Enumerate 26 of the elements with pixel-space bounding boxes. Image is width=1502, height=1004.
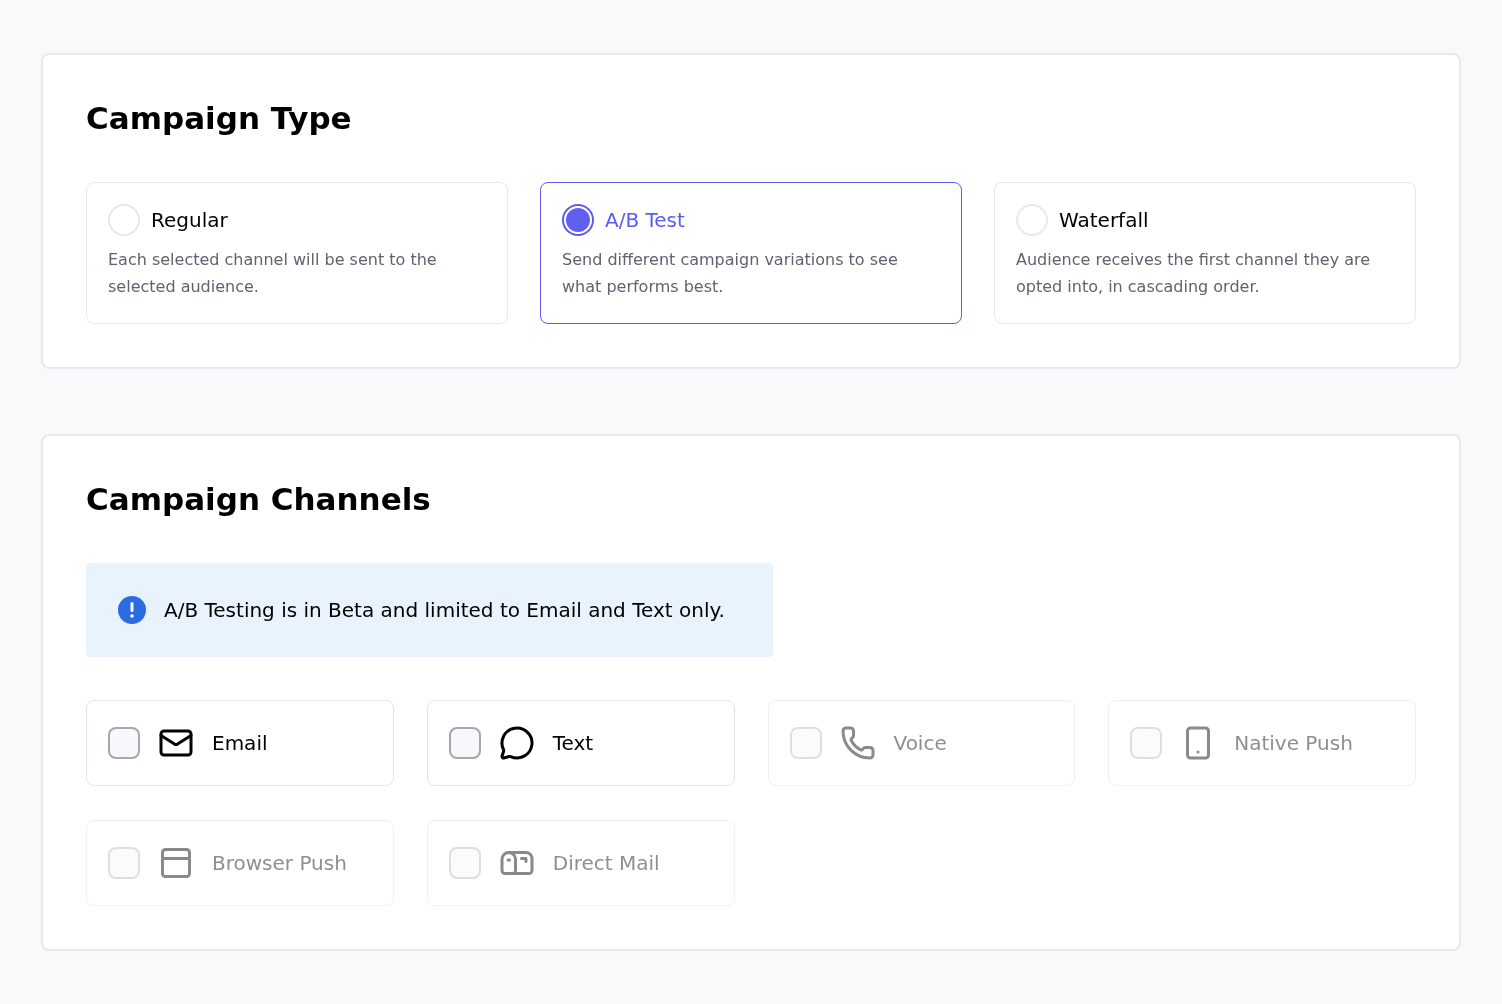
- radio-button[interactable]: [562, 203, 594, 236]
- section-title: Campaign Channels: [86, 479, 432, 519]
- speech-bubble-icon: [498, 724, 535, 761]
- option-label: Waterfall: [1059, 206, 1149, 234]
- option-description: Audience receives the first channel they are opted into, in cascading order.: [1016, 248, 1372, 298]
- channel-label: Email: [212, 729, 268, 757]
- campaign-type-option[interactable]: Regular Each selected channel will be sent to the selected audience.: [86, 181, 508, 324]
- channel-label: Voice: [893, 729, 947, 757]
- campaign-type-option[interactable]: A/B Test Send different campaign variations to see what performs best.: [540, 181, 962, 324]
- info-message: A/B Testing is in Beta and limited to Email and Text only.: [164, 596, 725, 624]
- section-title: Campaign Type: [86, 99, 353, 138]
- checkbox[interactable]: [448, 726, 481, 759]
- phone-icon: [839, 724, 876, 761]
- channel-label: Browser Push: [212, 849, 347, 877]
- campaign-type-option[interactable]: Waterfall Audience receives the first channel they are opted into, in cascading order.: [994, 181, 1416, 324]
- channel-label: Direct Mail: [552, 849, 660, 877]
- channel-option[interactable]: Email: [86, 699, 394, 786]
- option-description: Each selected channel will be sent to the selected audience.: [108, 248, 438, 298]
- channel-label: Native Push: [1234, 729, 1353, 757]
- channel-option[interactable]: Text: [426, 699, 735, 786]
- option-label: A/B Test: [605, 206, 685, 234]
- checkbox[interactable]: [108, 726, 140, 759]
- channel-label: Text: [552, 729, 594, 757]
- info-icon: [118, 595, 146, 624]
- option-description: Send different campaign variations to see what performs best.: [562, 248, 899, 298]
- option-label: Regular: [151, 206, 228, 234]
